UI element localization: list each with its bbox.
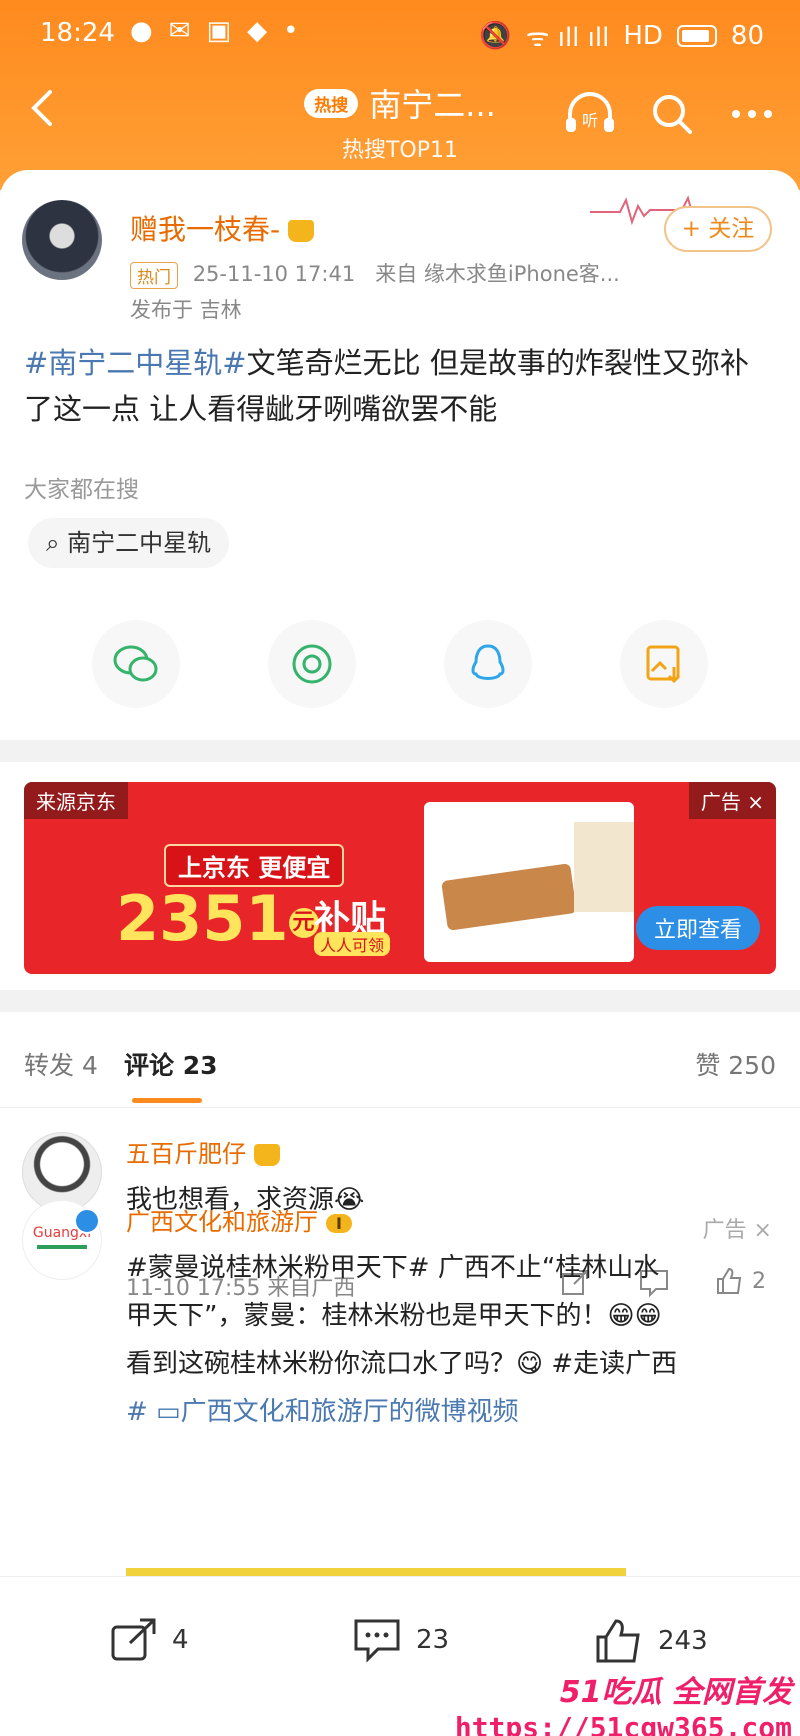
mute-icon: 🔕 <box>479 21 512 51</box>
member-level-badge: I <box>326 1213 352 1233</box>
listen-icon[interactable]: 听 <box>564 92 616 136</box>
back-icon[interactable] <box>24 88 64 128</box>
post-body: #南宁二中星轨#文笔奇烂无比 但是故事的炸裂性又弥补了这一点 让人看得龇牙咧嘴欲… <box>24 340 776 432</box>
trending-search-label: 大家都在搜 <box>24 477 139 503</box>
repost-icon <box>111 1618 156 1661</box>
comment-count: 23 <box>416 1625 450 1655</box>
bottom-action-bar: 4 23 243 51吃瓜 全网首发 https://51cgw365.com <box>0 1576 800 1736</box>
hd-label: HD <box>623 21 663 51</box>
verified-badge-icon <box>74 1208 100 1234</box>
comment-line-2: 甲天下”，蒙曼：桂林米粉也是甲天下的！😁😁 <box>126 1301 662 1331</box>
ad-label[interactable]: 广告 × <box>703 1212 772 1244</box>
comment-author[interactable]: 广西文化和旅游厅 I <box>126 1202 352 1237</box>
battery-icon <box>676 25 717 47</box>
comment-button[interactable]: 23 <box>352 1617 449 1663</box>
more-icon[interactable] <box>728 92 776 136</box>
repost-count: 4 <box>172 1625 189 1655</box>
comment-icon <box>354 1619 400 1663</box>
follow-button[interactable]: + 关注 <box>664 206 772 252</box>
watermark: 51吃瓜 全网首发 https://51cgw365.com <box>455 1667 792 1736</box>
app-icon: ◆ <box>247 16 268 46</box>
moments-icon <box>292 644 332 684</box>
share-row <box>0 620 800 710</box>
like-button[interactable]: 243 <box>594 1617 708 1665</box>
product-box-image <box>574 822 634 912</box>
battery-level: 80 <box>730 21 764 51</box>
post-location: 发布于 吉林 <box>130 298 242 322</box>
nav-actions: 听 <box>564 92 776 136</box>
ad-close-button[interactable]: 广告 × <box>688 782 776 819</box>
qq-icon <box>471 644 505 680</box>
ad-banner[interactable]: 来源京东 广告 × 上京东 更便宜 2351 元 补贴 人人可领 立即查看 <box>24 782 776 974</box>
hot-tag: 热门 <box>130 261 178 289</box>
repost-button[interactable]: 4 <box>110 1617 189 1663</box>
comment-author-name: 广西文化和旅游厅 <box>126 1208 318 1236</box>
share-wechat-button[interactable] <box>92 620 180 708</box>
thumbs-up-icon <box>717 1267 742 1294</box>
ad-amount: 2351 元 <box>116 882 319 955</box>
post-meta: 热门 25-11-10 17:41 来自 缘木求鱼iPhone客... <box>130 258 620 289</box>
top-header: 18:24 ● ✉ ▣ ◆ • 🔕 ᯤ ıll ıll HD 80 热搜 南宁二… <box>0 0 800 190</box>
page-subtitle: 热搜TOP11 <box>341 138 459 163</box>
tab-reposts[interactable]: 转发 4 <box>24 1046 98 1082</box>
status-notification-icons: ● ✉ ▣ ◆ • <box>130 16 298 46</box>
comment-line-3: 看到这碗桂林米粉你流口水了吗？😋 #走读广西 <box>126 1349 678 1379</box>
search-icon[interactable] <box>650 92 694 136</box>
status-bar: 18:24 ● ✉ ▣ ◆ • 🔕 ᯤ ıll ıll HD 80 <box>0 0 800 70</box>
comment-author-name: 五百斤肥仔 <box>126 1140 246 1168</box>
tab-comments[interactable]: 评论 23 <box>124 1046 218 1082</box>
ad-subsidy-sub: 人人可领 <box>314 932 391 956</box>
share-moments-button[interactable] <box>268 620 356 708</box>
mail-icon: ✉ <box>168 16 191 46</box>
ad-section: 来源京东 广告 × 上京东 更便宜 2351 元 补贴 人人可领 立即查看 <box>0 762 800 990</box>
status-right: 🔕 ᯤ ıll ıll HD 80 <box>479 18 764 54</box>
watermark-line-1: 51吃瓜 全网首发 <box>559 1675 792 1710</box>
image-icon: ▣ <box>206 16 232 46</box>
snack-bar-image <box>441 863 577 931</box>
page-title: 南宁二... <box>369 86 496 124</box>
avatar[interactable] <box>22 200 102 280</box>
ad-amount-value: 2351 <box>116 882 289 955</box>
dot-icon: • <box>283 16 299 46</box>
tab-likes[interactable]: 赞 250 <box>695 1046 776 1082</box>
watermark-line-2: https://51cgw365.com <box>454 1711 792 1736</box>
post-datetime: 25-11-10 17:41 <box>192 262 356 286</box>
post-hashtag-link[interactable]: #南宁二中星轨# <box>24 346 247 380</box>
trending-search-text: 南宁二中星轨 <box>67 529 212 557</box>
save-image-icon <box>646 645 681 684</box>
post-source: 来自 缘木求鱼iPhone客... <box>375 262 620 286</box>
active-tab-indicator <box>132 1098 202 1103</box>
like-count: 243 <box>658 1626 708 1656</box>
signal-icon: ᯤ ıll ıll <box>525 23 610 53</box>
circle-icon: ● <box>130 16 153 46</box>
ad-cta-button[interactable]: 立即查看 <box>635 906 760 950</box>
crown-icon <box>254 1144 280 1166</box>
thumbs-up-icon <box>596 1619 640 1663</box>
trending-search-chip[interactable]: ⌕ 南宁二中星轨 <box>28 518 230 568</box>
post-card: 赠我一枝春- 热门 25-11-10 17:41 来自 缘木求鱼iPhone客.… <box>0 170 800 740</box>
search-icon: ⌕ <box>46 529 60 557</box>
post-author-name: 赠我一枝春- <box>130 213 281 246</box>
interaction-tabs: 转发 4 评论 23 赞 250 <box>0 1012 800 1108</box>
save-image-button[interactable] <box>620 620 708 708</box>
crown-icon <box>288 220 315 242</box>
status-time: 18:24 <box>40 18 115 48</box>
listen-label: 听 <box>582 111 598 130</box>
hot-search-chip: 热搜 <box>304 88 359 118</box>
post-author[interactable]: 赠我一枝春- <box>130 208 315 248</box>
like-count: 2 <box>752 1268 766 1294</box>
ad-slogan: 上京东 更便宜 <box>164 844 345 887</box>
comment-line-1: #蒙曼说桂林米粉甲天下# 广西不止“桂林山水 <box>126 1253 660 1283</box>
wechat-icon <box>113 645 158 682</box>
page-title-block: 热搜 南宁二... 热搜TOP11 <box>280 80 520 163</box>
comments-section: 转发 4 评论 23 赞 250 五百斤肥仔 我也想看，求资源😭 11-10 1… <box>0 1012 800 1577</box>
ad-product-image <box>424 802 634 962</box>
ad-source-label: 来源京东 <box>24 782 128 819</box>
like-button[interactable]: 2 <box>714 1266 766 1296</box>
share-qq-button[interactable] <box>444 620 532 708</box>
video-link[interactable]: # ▭广西文化和旅游厅的微博视频 <box>126 1390 519 1434</box>
comment-author[interactable]: 五百斤肥仔 <box>126 1134 280 1169</box>
